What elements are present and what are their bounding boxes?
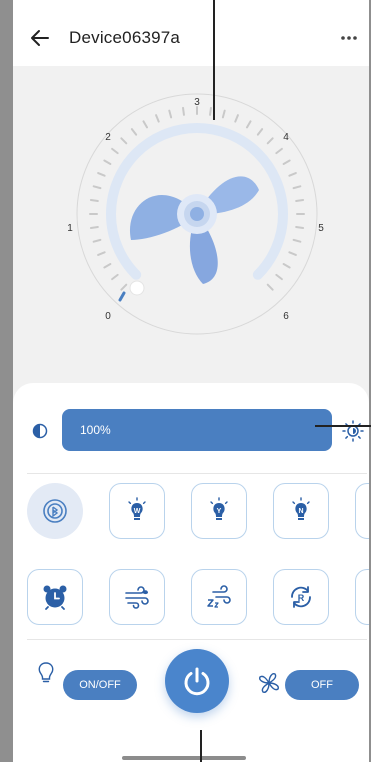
speed-indicator — [118, 291, 126, 302]
more-mode-button[interactable] — [355, 483, 369, 539]
reverse-icon: R — [291, 586, 311, 608]
sun-icon — [342, 420, 364, 442]
dial-tick — [168, 109, 173, 119]
more-mode-button[interactable] — [355, 569, 369, 625]
dial-tick — [120, 283, 128, 291]
speed-label-6: 6 — [283, 311, 289, 322]
brightness-slider[interactable]: 100% — [62, 409, 332, 451]
sleep-wind-icon — [207, 585, 231, 608]
power-icon — [184, 667, 210, 696]
app-screen: Device06397a 0 1 2 3 4 5 6 100% W Y N R … — [13, 0, 369, 762]
dial-tick — [275, 273, 283, 281]
bluetooth-icon — [43, 499, 67, 523]
dial-tick — [266, 283, 274, 291]
dial-tick — [97, 172, 106, 177]
bulb-w-button[interactable]: W — [109, 483, 165, 539]
natural-wind-button[interactable] — [109, 569, 165, 625]
dial-tick — [155, 114, 160, 123]
bulb-w-icon: W — [128, 497, 146, 520]
divider — [27, 473, 367, 474]
brightness-value: 100% — [80, 423, 111, 437]
overlay-line-top — [213, 0, 215, 120]
dial-tick — [92, 238, 102, 243]
bluetooth-button[interactable] — [27, 483, 83, 539]
reverse-button[interactable]: R — [273, 569, 329, 625]
dial-tick — [209, 106, 212, 116]
dial-tick — [292, 238, 302, 243]
dial-tick — [103, 263, 112, 269]
bulb-y-icon: Y — [210, 497, 228, 520]
dial-tick — [256, 128, 264, 136]
dial-tick — [89, 226, 99, 229]
bulb-y-button[interactable]: Y — [191, 483, 247, 539]
speed-label-4: 4 — [283, 132, 289, 143]
speed-knob[interactable] — [129, 280, 145, 296]
more-dots-icon[interactable] — [335, 28, 363, 48]
bulb-n-button[interactable]: N — [273, 483, 329, 539]
home-indicator — [122, 756, 246, 760]
overlay-line-bottom — [200, 730, 202, 762]
bottom-controls: ON/OFF OFF — [13, 639, 369, 739]
arrow-left-icon[interactable] — [28, 26, 52, 50]
dial-tick — [295, 199, 305, 202]
dial-tick — [89, 199, 99, 202]
alarm-clock-icon — [43, 585, 67, 610]
bulb-w-letter: W — [134, 508, 141, 515]
dial-tick — [295, 226, 305, 229]
reverse-letter: R — [298, 593, 305, 603]
dial-tick — [288, 172, 297, 177]
bulb-n-icon: N — [292, 497, 310, 520]
dial-tick — [221, 109, 226, 119]
overlay-line-right — [315, 425, 371, 427]
mode-row-1: W Y N — [27, 483, 369, 543]
speed-dial[interactable]: 0 1 2 3 4 5 6 — [13, 90, 369, 352]
dial-tick — [111, 273, 119, 281]
speed-label-0: 0 — [105, 311, 111, 322]
top-bar: Device06397a — [13, 0, 369, 66]
bulb-y-letter: Y — [217, 508, 222, 515]
dial-tick — [142, 120, 148, 129]
light-toggle[interactable]: ON/OFF — [63, 670, 137, 700]
power-button[interactable] — [165, 649, 229, 713]
dial-tick — [246, 120, 252, 129]
natural-wind-icon — [125, 586, 149, 609]
dial-tick — [182, 106, 185, 116]
fan-small-icon — [259, 673, 279, 693]
dial-tick — [103, 159, 112, 165]
dial-tick — [130, 128, 138, 136]
lightbulb-icon — [38, 662, 54, 683]
fan-toggle[interactable]: OFF — [285, 670, 359, 700]
mode-row-2: R — [27, 569, 369, 629]
dial-tick — [266, 137, 274, 145]
contrast-icon — [32, 423, 48, 439]
bulb-n-letter: N — [298, 508, 303, 515]
speed-label-1: 1 — [67, 223, 73, 234]
dial-tick — [288, 251, 297, 256]
speed-label-5: 5 — [318, 223, 324, 234]
dial-tick — [292, 185, 302, 190]
dial-tick — [282, 263, 291, 269]
dial-tick — [111, 147, 119, 155]
device-title: Device06397a — [69, 28, 181, 47]
dial-tick — [92, 185, 102, 190]
dial-tick — [120, 137, 128, 145]
fan-icon — [129, 176, 259, 284]
control-panel: 100% W Y N R ON/OFF OFF — [13, 383, 369, 762]
dial-tick — [234, 114, 239, 123]
dial-tick — [97, 251, 106, 256]
speed-label-3: 3 — [194, 97, 200, 108]
dial-tick — [282, 159, 291, 165]
sleep-wind-button[interactable] — [191, 569, 247, 625]
dial-tick — [275, 147, 283, 155]
timer-button[interactable] — [27, 569, 83, 625]
speed-label-2: 2 — [105, 132, 111, 143]
